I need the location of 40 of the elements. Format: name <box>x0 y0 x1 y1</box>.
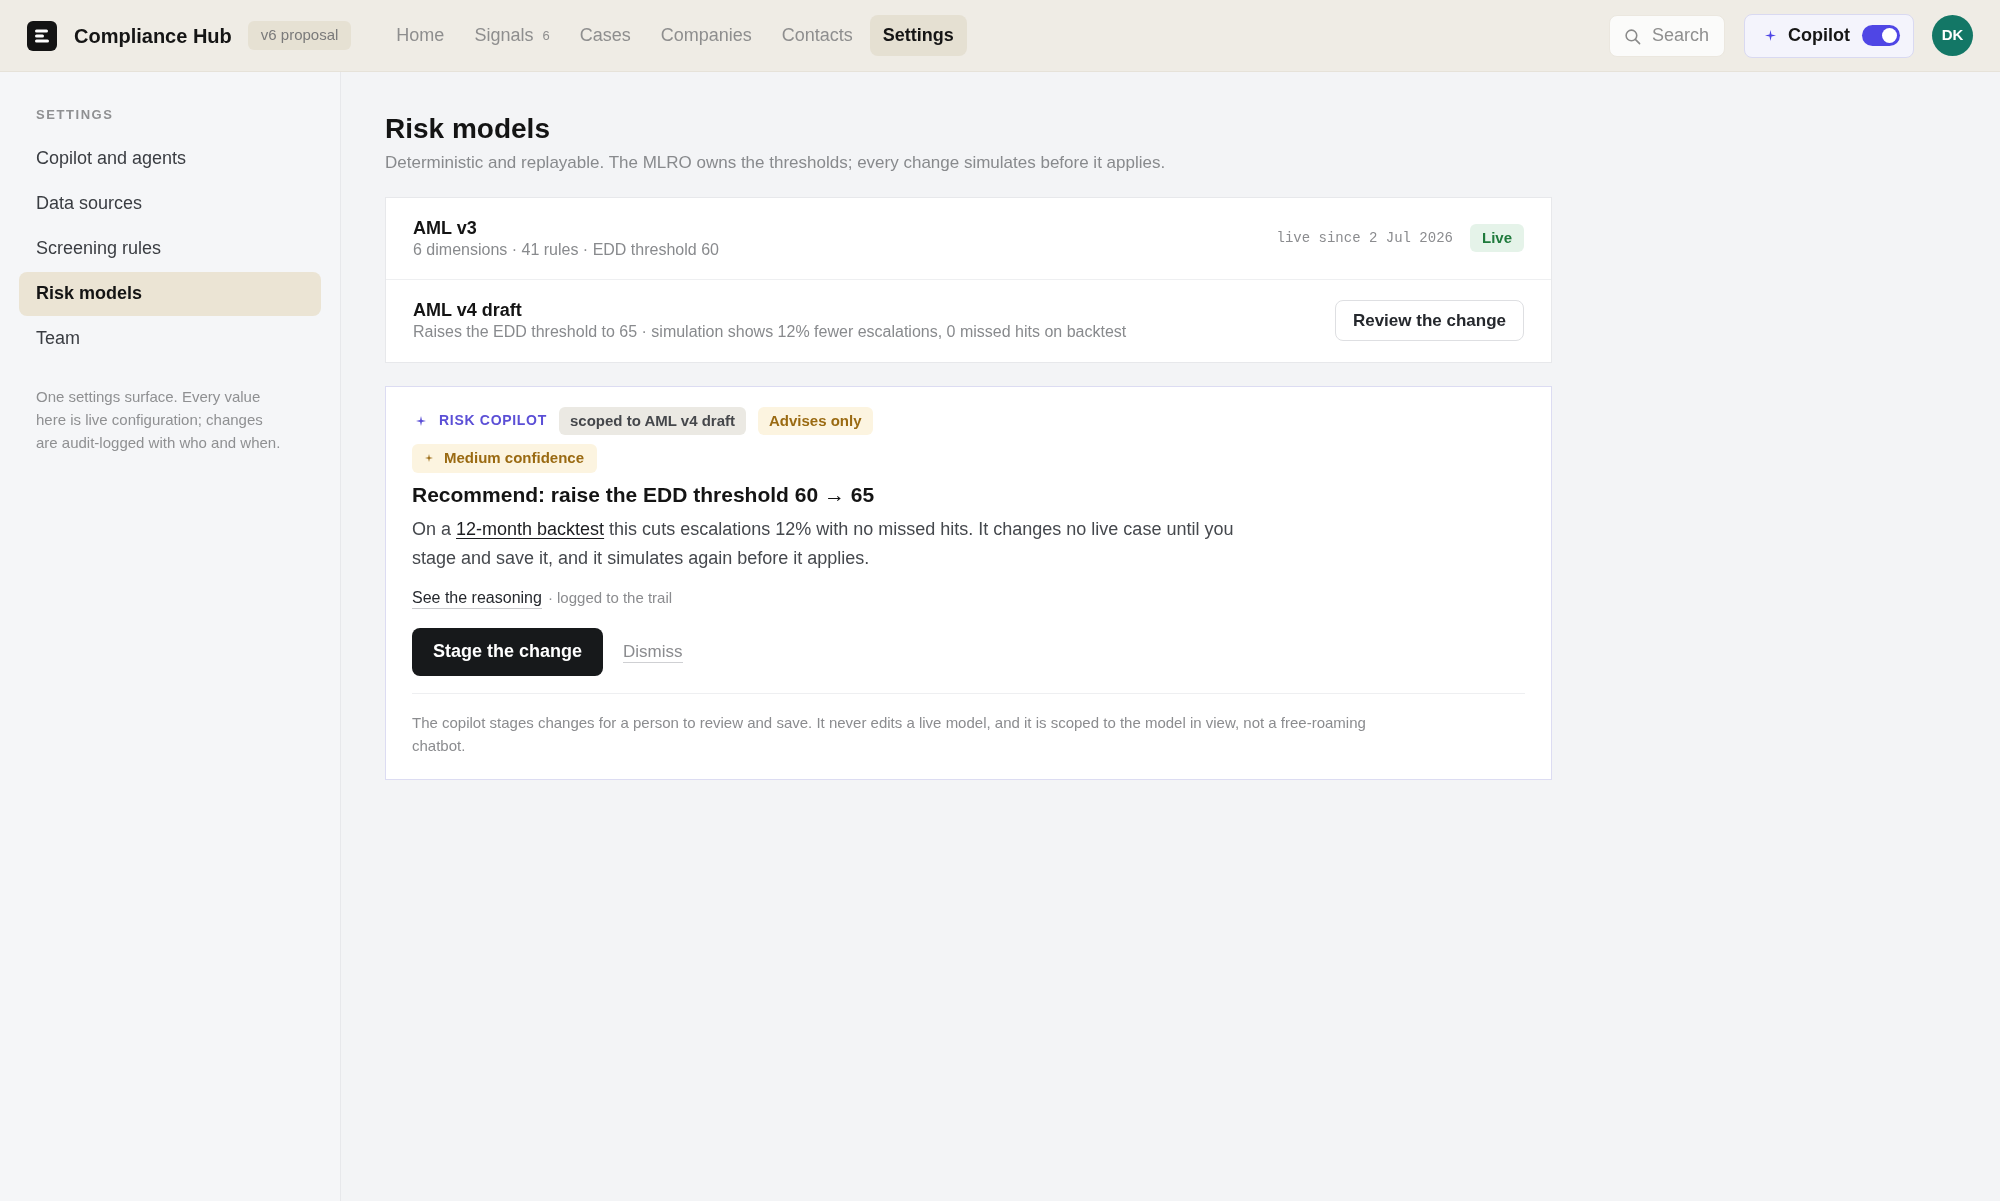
sparkle-icon <box>425 454 433 463</box>
review-change-button[interactable]: Review the change <box>1334 300 1524 341</box>
sidebar-heading: SETTINGS <box>35 106 115 124</box>
stage-change-button[interactable]: Stage the change <box>412 627 604 676</box>
sidebar-item[interactable]: Screening rules <box>19 226 321 271</box>
copilot-label: Copilot <box>1788 24 1850 47</box>
copilot-tag: Advises only <box>758 406 873 435</box>
model-name: AML v4 draft <box>413 299 523 321</box>
sidebar-item[interactable]: Data sources <box>19 181 321 226</box>
sidebar-note: One settings surface. Every value here is live configuration; changes are audit-logged with who and when. <box>35 386 282 453</box>
sparkle-icon <box>416 415 426 426</box>
signal-count: 6 <box>542 26 550 45</box>
confidence-label: Medium confidence <box>444 448 585 468</box>
nav-tab[interactable]: Settings <box>869 15 967 56</box>
recommendation-heading: Recommend: raise the EDD threshold 60 → 65 <box>412 481 876 508</box>
model-details: 6 dimensions · 41 rules · EDD threshold 60 <box>413 239 719 260</box>
reasoning-note: · logged to the trail <box>547 588 673 608</box>
copilot-tag: scoped to AML v4 draft <box>558 406 746 435</box>
sidebar-item[interactable]: Copilot and agents <box>19 136 321 181</box>
sidebar-item[interactable]: Team <box>19 316 321 361</box>
copilot-title: RISK COPILOT <box>439 411 547 431</box>
page-subtitle: Deterministic and replayable. The MLRO owns the thresholds; every change simulates before it applies. <box>385 152 1167 174</box>
copilot-toggle[interactable] <box>1862 25 1900 46</box>
backtest-link[interactable]: 12-month backtest <box>456 519 605 539</box>
page-title: Risk models <box>385 112 551 146</box>
sidebar-item[interactable]: Risk models <box>19 271 321 316</box>
copilot-button[interactable]: Copilot <box>1744 13 1914 58</box>
app-name: Compliance Hub <box>74 23 232 49</box>
recommendation-text: On a 12-month backtest this cuts escalations 12% with no missed hits. It changes no live case until you stage and save it, and it simulates again before it applies. <box>412 518 1235 570</box>
user-avatar[interactable]: DK <box>1932 15 1973 56</box>
logo-icon <box>27 20 57 51</box>
model-details: Raises the EDD threshold to 65 · simulation shows 12% fewer escalations, 0 missed hits on backtest <box>413 322 1127 342</box>
search-field[interactable]: Search <box>1609 14 1725 57</box>
reasoning-link[interactable]: See the reasoning <box>412 587 542 610</box>
sparkle-icon <box>1765 30 1776 41</box>
status-badge: Live <box>1470 223 1524 253</box>
version-badge: v6 proposal <box>247 21 352 50</box>
model-name: AML v3 <box>413 216 478 239</box>
live-since-text: live since 2 Jul 2026 <box>1276 228 1453 248</box>
copilot-footer-note: The copilot stages changes for a person to review and save. It never edits a live model, and it is scoped to the model in view, not a free-roaming chatbot. <box>412 712 1367 756</box>
